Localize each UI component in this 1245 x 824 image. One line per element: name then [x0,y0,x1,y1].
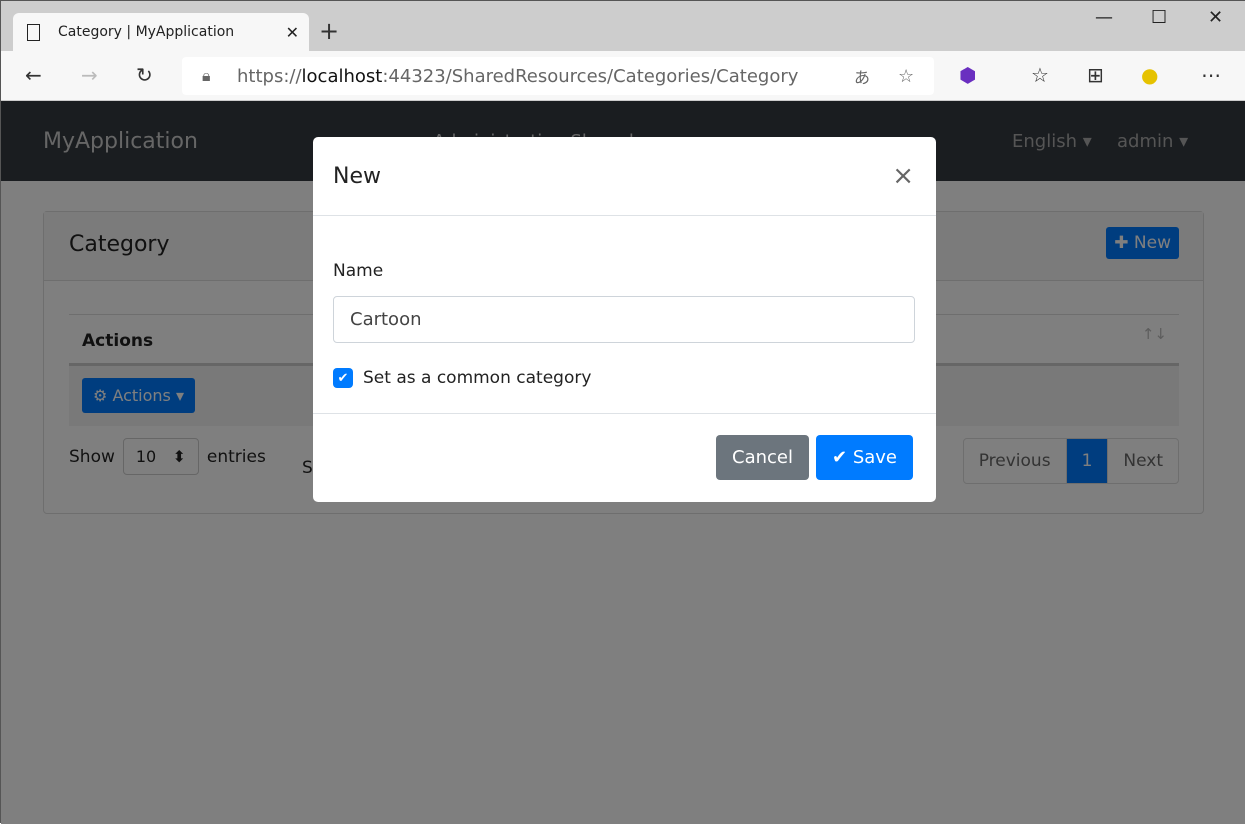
name-label: Name [333,261,384,281]
browser-toolbar: ← → ↻ 🔒︎ https://localhost:44323/SharedR… [1,51,1245,101]
minimize-icon[interactable]: — [1095,7,1113,28]
close-tab-icon[interactable]: ✕ [286,23,299,42]
forward-icon[interactable]: → [81,63,98,87]
new-category-modal: New × Name Cartoon ✔ Set as a common cat… [313,137,936,502]
modal-footer: Cancel ✔ Save [313,413,936,502]
save-label: Save [852,447,898,468]
url-prefix: https:// [237,65,302,87]
translate-icon[interactable]: あ [854,64,870,88]
url-host: localhost [301,65,383,87]
check-icon: ✔ [832,447,848,468]
common-category-checkbox-row[interactable]: ✔ Set as a common category [333,368,591,388]
favorite-star-icon[interactable]: ☆ [898,66,914,87]
common-category-checkbox[interactable]: ✔ [333,368,353,388]
maximize-icon[interactable]: ☐ [1151,7,1167,28]
browser-chrome: Category | MyApplication ✕ + — ☐ ✕ ← → ↻… [1,1,1245,101]
modal-header: New × [313,137,936,216]
tab-title: Category | MyApplication [58,24,235,40]
checkbox-label: Set as a common category [363,368,592,388]
name-input[interactable]: Cartoon [333,296,915,343]
cancel-button[interactable]: Cancel [716,435,809,480]
save-button[interactable]: ✔ Save [816,435,914,480]
lock-icon: 🔒︎ [202,66,211,85]
page-icon [27,23,40,41]
favorites-icon[interactable]: ☆ [1031,63,1049,87]
browser-tab[interactable]: Category | MyApplication ✕ [13,13,309,51]
close-icon[interactable]: × [892,161,914,191]
more-icon[interactable]: ⋯ [1201,63,1221,87]
new-tab-icon[interactable]: + [319,17,339,45]
refresh-icon[interactable]: ↻ [136,63,153,87]
back-icon[interactable]: ← [25,63,42,87]
close-window-icon[interactable]: ✕ [1208,7,1223,28]
extension-icon[interactable]: ⬢ [959,63,976,87]
collections-icon[interactable]: ⊞ [1087,63,1104,87]
modal-title: New [333,164,381,189]
address-bar[interactable]: 🔒︎ https://localhost:44323/SharedResourc… [182,57,934,95]
url-rest: :44323/SharedResources/Categories/Catego… [382,65,799,87]
profile-avatar[interactable]: ● [1141,63,1158,87]
